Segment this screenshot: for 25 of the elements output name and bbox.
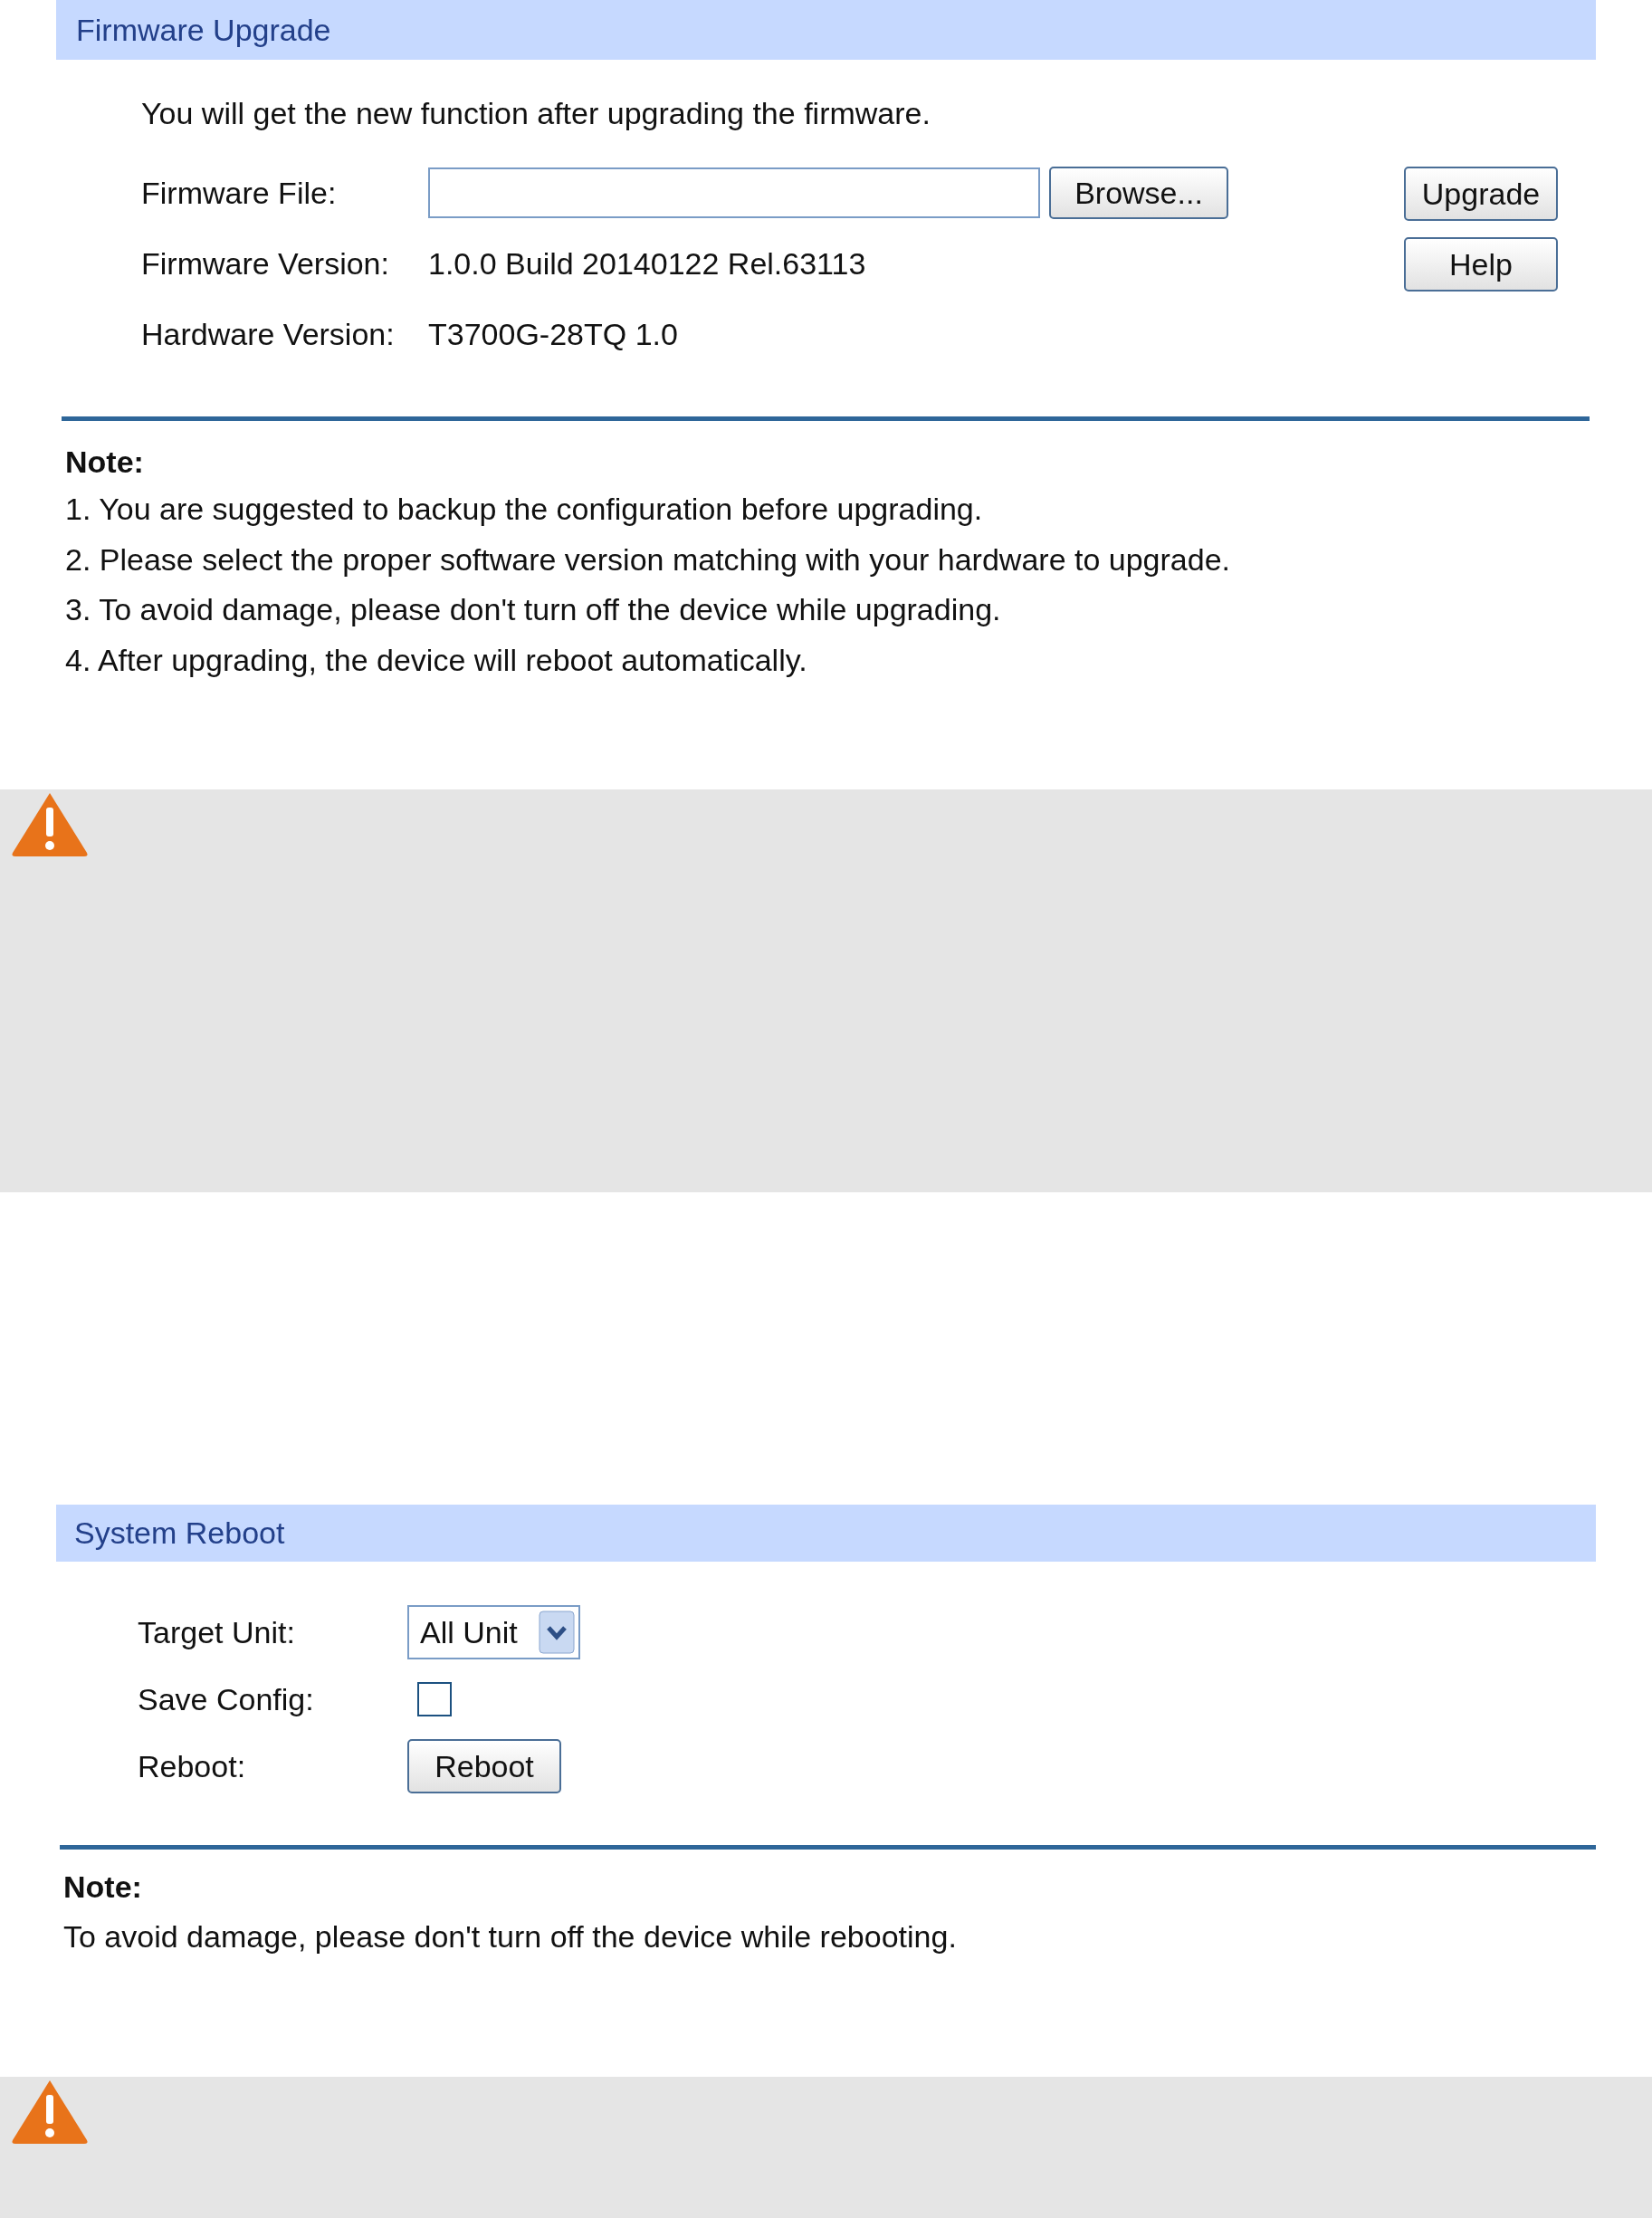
hardware-version: T3700G-28TQ 1.0 — [428, 315, 678, 353]
section-title: System Reboot — [74, 1515, 285, 1552]
help-button[interactable]: Help — [1404, 237, 1558, 292]
reboot-button[interactable]: Reboot — [407, 1739, 561, 1793]
note-text: 2. Please select the proper software version matching with your hardware to upgrade. — [65, 540, 1232, 578]
note-text: 3. To avoid damage, please don't turn off the device while upgrading. — [65, 591, 1002, 629]
note-title: Note: — [65, 444, 145, 481]
field-label: Reboot: — [138, 1747, 247, 1785]
field-label: Firmware File: — [141, 174, 338, 212]
field-label: Save Config: — [138, 1680, 315, 1718]
note-title: Note: — [63, 1869, 143, 1906]
save-config-checkbox[interactable] — [417, 1682, 452, 1716]
note-text: 4. After upgrading, the device will reboot automatically. — [65, 641, 808, 679]
browse-button[interactable]: Browse... — [1049, 167, 1228, 219]
note-text: To avoid damage, please don't turn off the device while rebooting. — [63, 1917, 958, 1955]
file-field[interactable] — [428, 167, 1040, 218]
intro-text: You will get the new function after upgrading the firmware. — [141, 95, 931, 132]
unit-select[interactable]: All Unit — [407, 1605, 580, 1659]
upgrade-button[interactable]: Upgrade — [1404, 167, 1558, 221]
note-text: 1. You are suggested to backup the configuration before upgrading. — [65, 491, 984, 529]
firmware-version: 1.0.0 Build 20140122 Rel.63113 — [428, 244, 866, 282]
field-label: Target Unit: — [138, 1613, 296, 1651]
field-label: Hardware Version: — [141, 315, 396, 353]
field-label: Firmware Version: — [141, 244, 390, 282]
section-title: Firmware Upgrade — [76, 11, 331, 49]
